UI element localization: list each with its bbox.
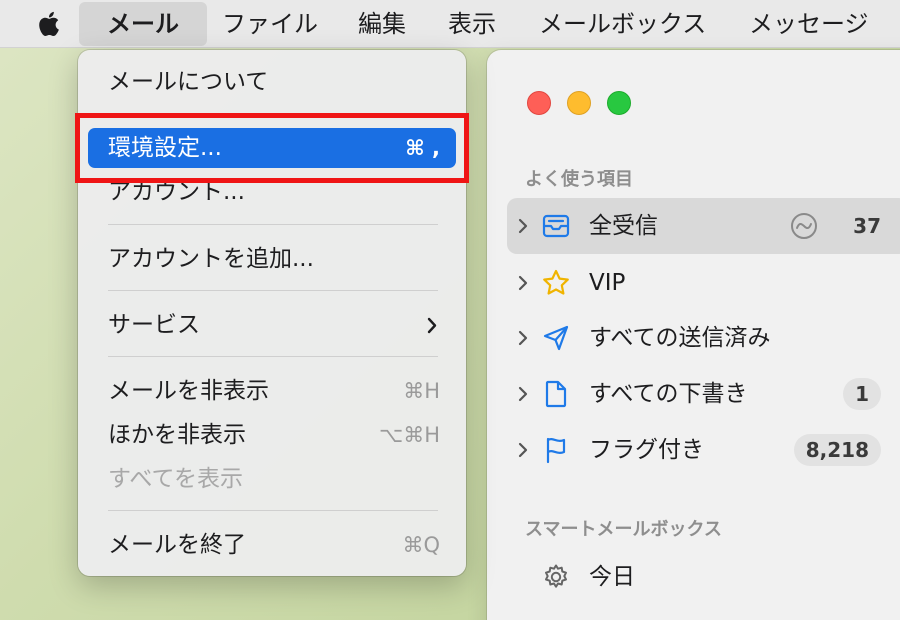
menu-item-label: アカウントを追加... [108,246,314,272]
menubar-item-edit[interactable]: 編集 [358,0,406,48]
menu-item-label: 環境設定... [108,135,222,161]
minimize-window-button[interactable] [567,91,591,115]
menu-item-about-mail[interactable]: メールについて [88,62,456,102]
mail-window: よく使う項目 全受信 37 VIP すべての送信済み すべての下書き 1 フラグ… [487,50,900,620]
mail-app-menu: メールについて 環境設定... ⌘ , アカウント... アカウントを追加...… [78,50,466,576]
chevron-right-icon[interactable] [517,275,529,291]
menu-item-shortcut: ⌘Q [402,533,440,557]
menu-item-label: すべてを表示 [108,466,244,492]
flag-icon [546,437,566,464]
sidebar-item-label: VIP [589,270,626,296]
draft-count-badge: 1 [843,378,881,410]
smart-mailboxes-section-title: スマートメールボックス [525,519,722,540]
menubar-item-mail[interactable]: メール [79,2,207,46]
chevron-right-icon [427,317,437,334]
menubar-item-mailbox[interactable]: メールボックス [539,0,706,48]
close-window-button[interactable] [527,91,551,115]
menu-item-label: アカウント... [108,179,245,205]
sidebar-item-vip[interactable]: VIP [507,255,900,311]
menu-item-shortcut: ⌥⌘H [379,423,440,447]
menu-item-label: サービス [108,312,200,338]
menu-bar: メール ファイル 編集 表示 メールボックス メッセージ [0,0,900,48]
star-icon [543,269,569,295]
menu-item-shortcut: ⌘ , [405,136,440,160]
menu-separator [108,224,438,225]
unread-count: 37 [853,214,881,238]
document-icon [545,380,567,408]
inbox-tray-icon [542,214,570,238]
chevron-right-icon[interactable] [517,386,529,402]
apple-logo-icon[interactable] [36,9,64,39]
sidebar-item-all-inboxes[interactable]: 全受信 37 [507,198,900,254]
sidebar-item-flagged[interactable]: フラグ付き 8,218 [507,422,900,478]
sidebar-item-all-drafts[interactable]: すべての下書き 1 [507,366,900,422]
chevron-right-icon[interactable] [517,330,529,346]
sidebar-item-label: 今日 [589,564,635,590]
sidebar-item-label: すべての送信済み [589,325,771,351]
gear-icon [545,564,567,588]
menu-separator [108,356,438,357]
sidebar-item-all-sent[interactable]: すべての送信済み [507,310,900,366]
menubar-item-view[interactable]: 表示 [448,0,496,48]
menu-item-services[interactable]: サービス [88,305,456,345]
menubar-item-file[interactable]: ファイル [222,0,318,48]
activity-spinner-icon [791,213,817,239]
menu-item-preferences[interactable]: 環境設定... ⌘ , [88,128,456,168]
sidebar-item-label: すべての下書き [589,381,748,407]
menu-item-hide-mail[interactable]: メールを非表示 ⌘H [88,371,456,411]
flagged-count-badge: 8,218 [793,434,881,466]
menu-item-label: メールを非表示 [108,378,269,404]
menu-item-label: メールを終了 [108,532,246,558]
favorites-section-title: よく使う項目 [525,169,633,190]
menu-separator [108,510,438,511]
sidebar-item-label: フラグ付き [589,437,704,463]
menu-item-show-all: すべてを表示 [88,459,456,499]
chevron-right-icon[interactable] [517,442,529,458]
paper-plane-icon [543,325,569,351]
menu-item-label: メールについて [108,69,269,95]
menu-item-accounts[interactable]: アカウント... [88,172,456,212]
menu-item-hide-others[interactable]: ほかを非表示 ⌥⌘H [88,415,456,455]
zoom-window-button[interactable] [607,91,631,115]
chevron-right-icon[interactable] [517,218,529,234]
menu-separator [108,290,438,291]
menu-item-label: ほかを非表示 [108,422,246,448]
menu-item-shortcut: ⌘H [403,379,440,403]
menubar-item-message[interactable]: メッセージ [749,0,869,48]
menu-item-add-account[interactable]: アカウントを追加... [88,239,456,279]
menu-item-quit-mail[interactable]: メールを終了 ⌘Q [88,525,456,565]
sidebar-item-label: 全受信 [589,213,658,239]
sidebar-item-today[interactable]: 今日 [507,549,900,605]
